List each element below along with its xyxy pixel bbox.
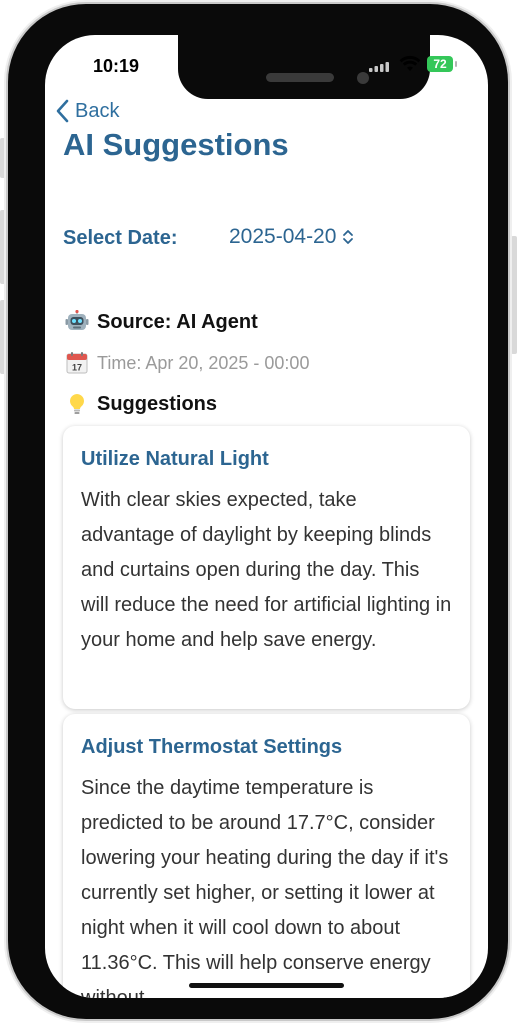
lightbulb-emoji-icon bbox=[70, 394, 84, 414]
suggestion-card[interactable]: Adjust Thermostat Settings Since the day… bbox=[63, 714, 470, 998]
date-value: 2025-04-20 bbox=[229, 225, 337, 248]
suggestions-heading-row: Suggestions bbox=[65, 392, 217, 416]
suggestion-title: Adjust Thermostat Settings bbox=[81, 736, 343, 758]
robot-emoji-icon bbox=[65, 310, 89, 330]
svg-text:17: 17 bbox=[72, 363, 82, 373]
time-row: 17 Time: Apr 20, 2025 - 00:00 bbox=[65, 351, 309, 375]
source-row: Source: AI Agent bbox=[65, 310, 258, 334]
suggestion-body: With clear skies expected, take advantag… bbox=[81, 489, 452, 651]
signal-icon bbox=[369, 62, 389, 72]
page-title: AI Suggestions bbox=[63, 127, 289, 162]
date-picker[interactable]: 2025-04-20 bbox=[229, 225, 354, 249]
home-indicator[interactable] bbox=[189, 983, 344, 988]
battery-icon: 72 bbox=[427, 56, 457, 72]
time-text: Time: Apr 20, 2025 - 00:00 bbox=[97, 352, 310, 373]
chevron-left-icon bbox=[56, 99, 69, 123]
volume-down-button bbox=[0, 300, 6, 374]
suggestion-card[interactable]: Utilize Natural Light With clear skies e… bbox=[63, 426, 470, 709]
chevron-up-down-icon bbox=[343, 230, 354, 244]
action-button bbox=[0, 138, 6, 178]
suggestions-heading: Suggestions bbox=[97, 392, 218, 415]
phone-screen: 10:19 72 Back AI Suggestions Select Date… bbox=[45, 35, 488, 998]
phone-frame: 10:19 72 Back AI Suggestions Select Date… bbox=[8, 4, 508, 1019]
select-date-label: Select Date: bbox=[63, 227, 178, 249]
back-button[interactable]: Back bbox=[55, 99, 119, 123]
power-button bbox=[511, 236, 517, 354]
calendar-emoji-icon: 17 bbox=[66, 352, 88, 374]
suggestion-body: Since the daytime temperature is predict… bbox=[81, 777, 449, 998]
suggestion-title: Utilize Natural Light bbox=[81, 448, 269, 470]
dynamic-island bbox=[178, 35, 430, 99]
back-label: Back bbox=[75, 99, 120, 122]
status-time: 10:19 bbox=[93, 56, 140, 76]
speaker-grille bbox=[266, 73, 334, 82]
wifi-icon bbox=[399, 55, 421, 71]
volume-up-button bbox=[0, 210, 6, 284]
source-text: Source: AI Agent bbox=[97, 310, 258, 333]
front-camera bbox=[357, 72, 369, 84]
